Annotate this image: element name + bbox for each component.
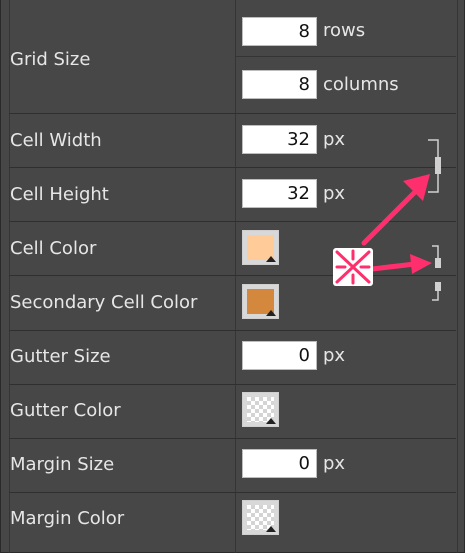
chain-unlinked-icon[interactable] [432,245,441,301]
chain-linked-icon[interactable] [428,139,441,193]
annotation-overlay [333,139,441,301]
annotation-arrows [361,174,432,274]
unlink-icon [333,248,373,286]
